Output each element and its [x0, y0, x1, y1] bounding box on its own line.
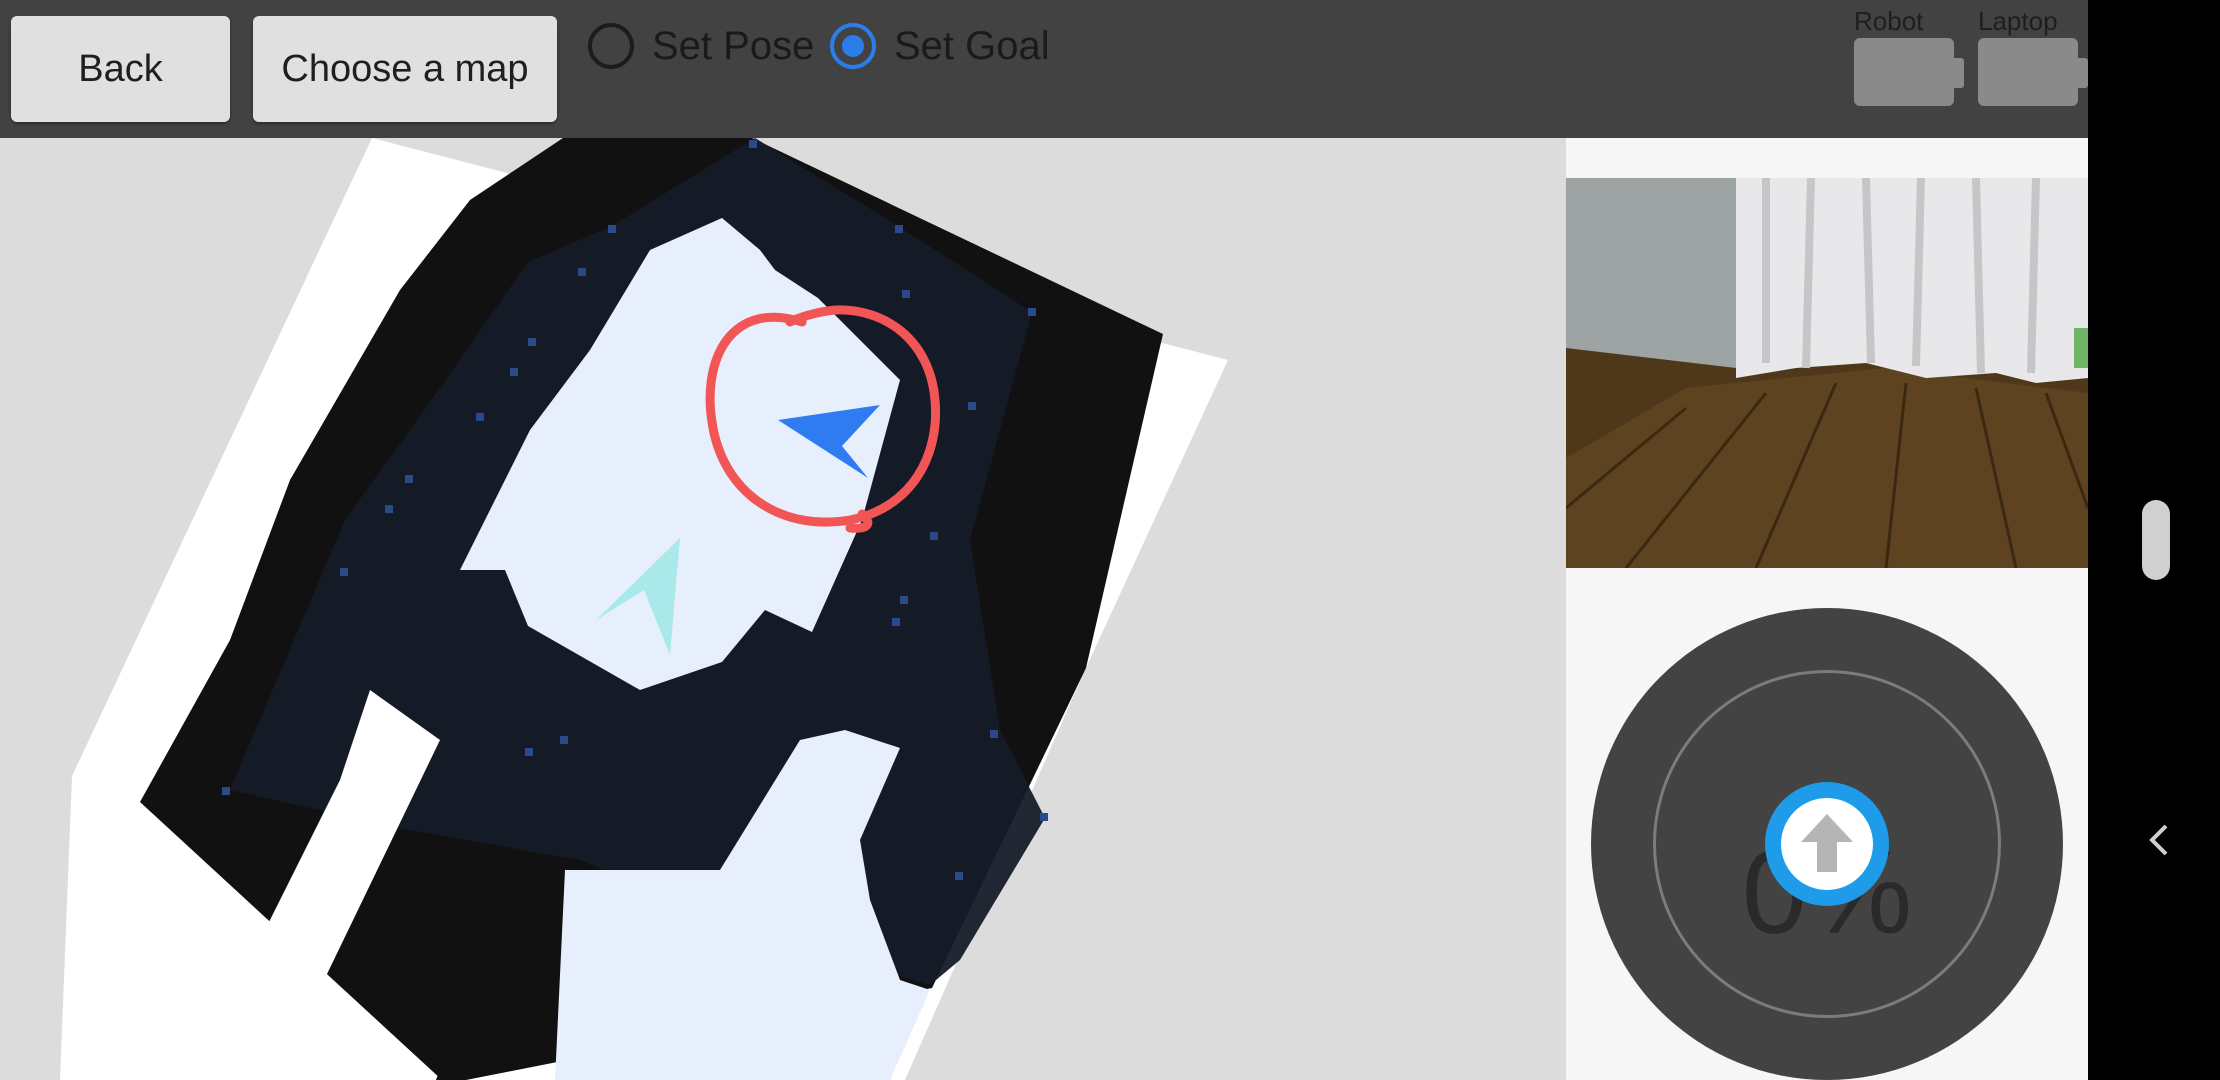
- system-navigation-bar: [2088, 0, 2220, 1080]
- top-toolbar: Back Choose a map Set Pose Set Goal Robo…: [0, 0, 2088, 138]
- laptop-battery-tip: [2078, 58, 2088, 88]
- map-view[interactable]: [0, 138, 1566, 1080]
- joystick-knob-face: [1781, 798, 1873, 890]
- joystick-knob[interactable]: [1765, 782, 1889, 906]
- set-pose-radio[interactable]: Set Pose: [588, 14, 814, 78]
- set-goal-radio[interactable]: Set Goal: [830, 14, 1050, 78]
- robot-battery-label: Robot: [1854, 6, 1924, 36]
- chevron-left-icon[interactable]: [2140, 820, 2180, 860]
- joystick-control[interactable]: 0%: [1591, 608, 2063, 1080]
- scrollbar-thumb[interactable]: [2142, 500, 2170, 580]
- set-pose-label: Set Pose: [652, 23, 815, 68]
- robot-battery-icon: [1854, 38, 1954, 106]
- side-panel: 0%: [1566, 138, 2088, 1080]
- choose-map-button[interactable]: Choose a map: [253, 16, 557, 122]
- robot-battery-tip: [1954, 58, 1964, 88]
- arrow-up-icon: [1801, 814, 1853, 872]
- laptop-battery-icon: [1978, 38, 2078, 106]
- laptop-battery-label: Laptop: [1978, 6, 2058, 36]
- back-button[interactable]: Back: [11, 16, 230, 122]
- robot-control-app: Back Choose a map Set Pose Set Goal Robo…: [0, 0, 2088, 1080]
- camera-feed: [1566, 178, 2088, 568]
- set-pose-radio-icon[interactable]: [588, 23, 634, 69]
- set-goal-label: Set Goal: [894, 23, 1050, 68]
- occupancy-map[interactable]: [0, 138, 1566, 1080]
- set-goal-radio-icon[interactable]: [830, 23, 876, 69]
